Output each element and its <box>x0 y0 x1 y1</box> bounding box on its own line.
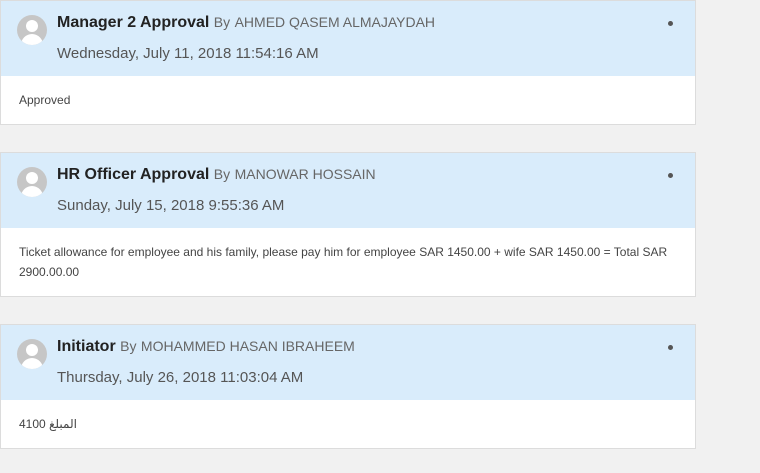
entry-comment: المبلغ 4100 <box>19 417 77 431</box>
approver-name: MOHAMMED HASAN IBRAHEEM <box>140 338 355 354</box>
step-title: Manager 2 Approval <box>57 14 210 31</box>
by-label: By <box>213 166 231 182</box>
approval-entry-manager-2: Manager 2 Approval By AHMED QASEM ALMAJA… <box>0 0 696 125</box>
approver-name: MANOWAR HOSSAIN <box>234 166 376 182</box>
entry-title-line: Manager 2 Approval By AHMED QASEM ALMAJA… <box>57 14 435 32</box>
entry-timestamp: Wednesday, July 11, 2018 11:54:16 AM <box>57 45 319 62</box>
entry-menu-dot-icon[interactable] <box>668 21 673 26</box>
avatar <box>17 15 47 45</box>
by-label: By <box>213 14 231 30</box>
entry-timestamp: Sunday, July 15, 2018 9:55:36 AM <box>57 197 285 214</box>
entry-title-line: HR Officer Approval By MANOWAR HOSSAIN <box>57 166 376 184</box>
entry-menu-dot-icon[interactable] <box>668 173 673 178</box>
entry-title-line: Initiator By MOHAMMED HASAN IBRAHEEM <box>57 338 355 356</box>
approval-entry-header: Initiator By MOHAMMED HASAN IBRAHEEM Thu… <box>1 325 695 400</box>
avatar <box>17 339 47 369</box>
approval-entry-hr-officer: HR Officer Approval By MANOWAR HOSSAIN S… <box>0 152 696 297</box>
approval-entry-header: HR Officer Approval By MANOWAR HOSSAIN S… <box>1 153 695 228</box>
approver-name: AHMED QASEM ALMAJAYDAH <box>234 14 436 30</box>
entry-menu-dot-icon[interactable] <box>668 345 673 350</box>
approval-entry-header: Manager 2 Approval By AHMED QASEM ALMAJA… <box>1 1 695 76</box>
step-title: HR Officer Approval <box>57 166 210 183</box>
entry-comment: Approved <box>19 93 71 107</box>
entry-timestamp: Thursday, July 26, 2018 11:03:04 AM <box>57 369 304 386</box>
approval-entry-initiator: Initiator By MOHAMMED HASAN IBRAHEEM Thu… <box>0 324 696 449</box>
entry-comment: Ticket allowance for employee and his fa… <box>19 245 668 279</box>
avatar <box>17 167 47 197</box>
step-title: Initiator <box>57 338 116 355</box>
by-label: By <box>120 338 137 354</box>
